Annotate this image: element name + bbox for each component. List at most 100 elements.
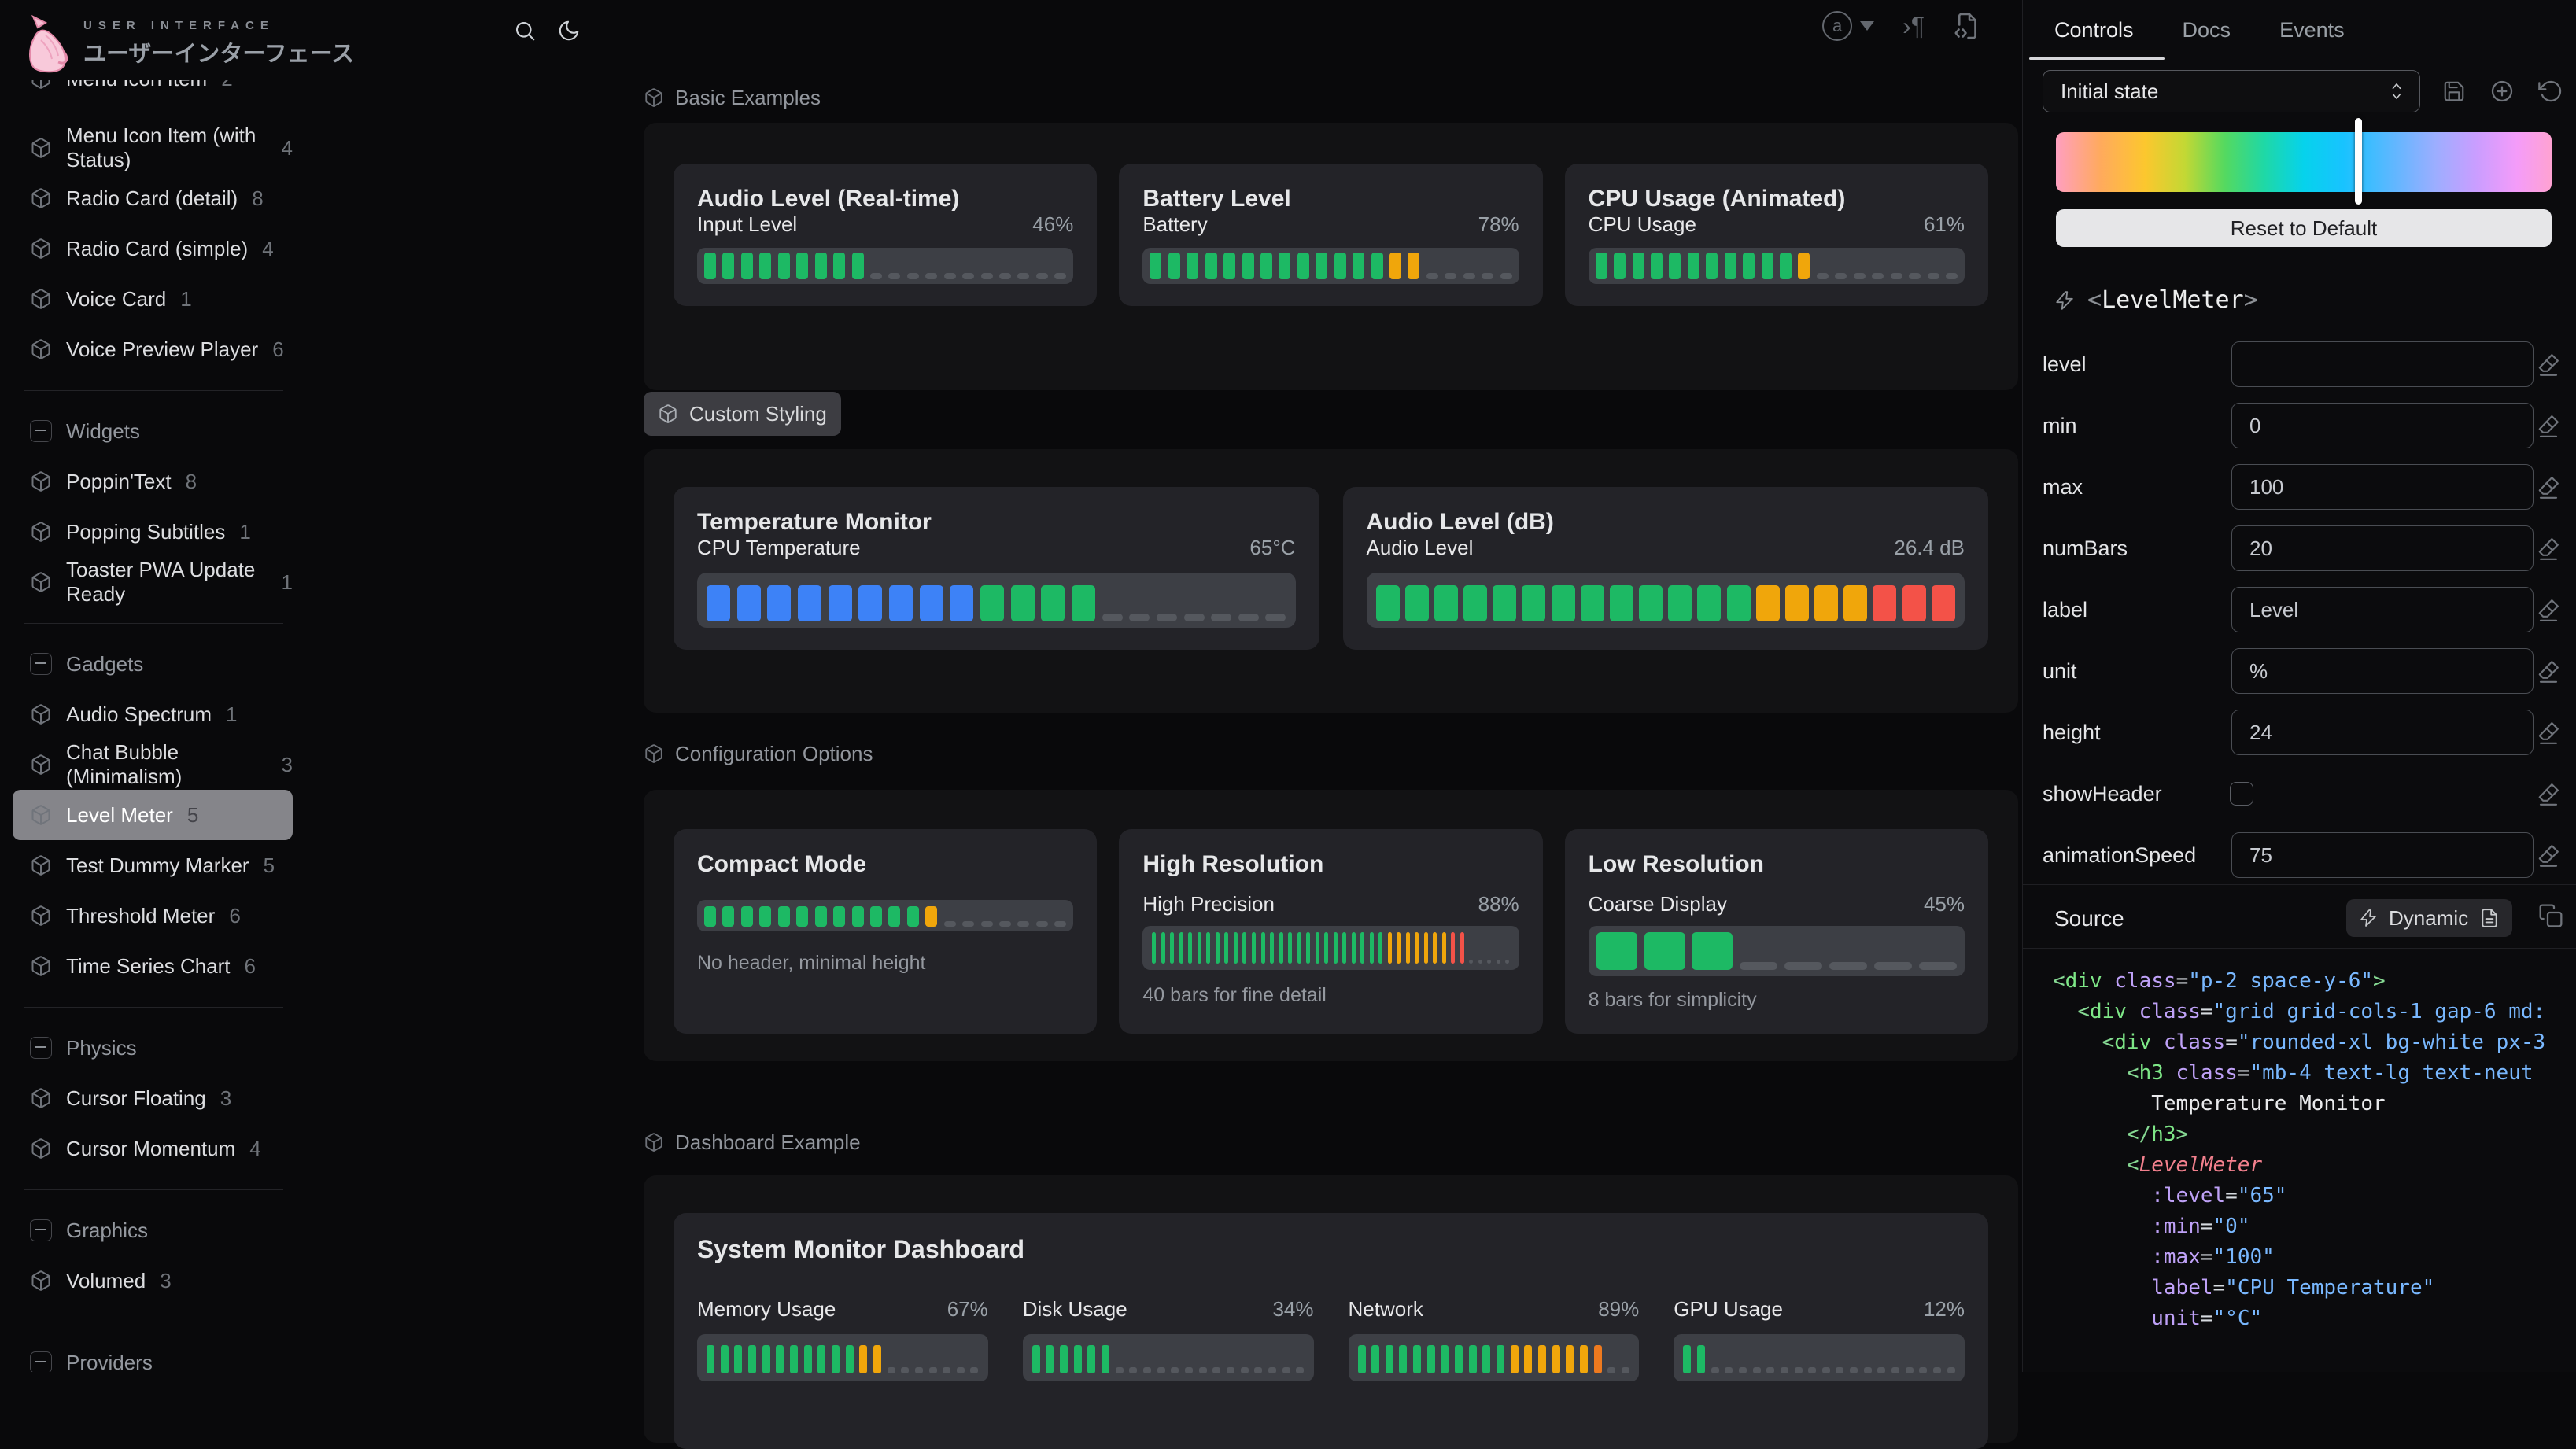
eraser-icon[interactable] [2537,782,2560,806]
sidebar-item-voice-preview-player[interactable]: Voice Preview Player6 [13,324,293,374]
sidebar-item-level-meter[interactable]: Level Meter5 [13,790,293,840]
gradient-handle[interactable] [2355,118,2362,205]
eraser-icon[interactable] [2537,843,2560,867]
add-state-icon[interactable] [2489,79,2515,104]
sidebar-item-time-series-chart[interactable]: Time Series Chart6 [13,941,293,991]
sidebar-item-label: Test Dummy Marker [66,854,249,878]
numBars-input[interactable] [2231,525,2534,571]
sidebar-item-voice-card[interactable]: Voice Card1 [13,274,293,324]
state-select[interactable]: Initial state [2043,70,2420,112]
meter-bar [1205,253,1217,279]
gradient-bar[interactable] [2056,132,2552,192]
sidebar-item-audio-spectrum[interactable]: Audio Spectrum1 [13,689,293,739]
tab-events[interactable]: Events [2279,18,2345,42]
sidebar-group-widgets[interactable]: Widgets [13,406,293,456]
meter-bar [1872,273,1884,279]
animationSpeed-input[interactable] [2231,832,2534,878]
meter-bar [776,1345,784,1373]
eraser-icon[interactable] [2537,598,2560,621]
sidebar-item-chat-bubble-minimalism[interactable]: Chat Bubble (Minimalism)3 [13,739,293,790]
copy-code-icon[interactable] [2538,903,2563,928]
cube-icon [30,288,52,310]
source-mode-button[interactable]: Dynamic [2346,899,2512,937]
color-gradient-slider[interactable] [2056,118,2552,205]
field-row-height: height [2023,702,2576,763]
min-input[interactable] [2231,403,2534,448]
text-size-menu[interactable]: a [1822,11,1874,41]
paragraph-direction-icon[interactable]: ›¶ [1902,13,1925,39]
meter-bar [1874,962,1912,970]
unit-input[interactable] [2231,648,2534,694]
showHeader-checkbox[interactable] [2230,782,2253,806]
meter-bar [1500,273,1512,279]
meter-bar [1594,1345,1602,1373]
edit-source-icon[interactable] [1953,12,1981,40]
eraser-icon[interactable] [2537,475,2560,499]
sidebar-divider [0,1306,307,1337]
level-input[interactable] [2231,341,2534,387]
sidebar-item-menu-icon-item-with-status[interactable]: Menu Icon Item (with Status)4 [13,123,293,173]
card-temperature: Temperature Monitor CPU Temperature 65°C [674,487,1319,650]
sidebar-group-physics[interactable]: Physics [13,1023,293,1073]
tab-controls[interactable]: Controls [2054,18,2134,42]
panel-basic: Audio Level (Real-time) Input Level 46% … [644,123,2018,390]
max-input[interactable] [2231,464,2534,510]
card-title: Temperature Monitor [697,509,1296,536]
sidebar-item-test-dummy-marker[interactable]: Test Dummy Marker 5 [13,840,293,890]
card-audio-db: Audio Level (dB) Audio Level 26.4 dB [1343,487,1989,650]
sidebar-item-cursor-floating[interactable]: Cursor Floating3 [13,1073,293,1123]
meter-bar [1216,932,1220,964]
section-title: Custom Styling [689,402,827,426]
sidebar-item-poppin-text[interactable]: Poppin'Text8 [13,456,293,507]
meter-bar [707,585,730,621]
section-header-dashboard[interactable]: Dashboard Example [644,1126,2018,1158]
meter-bar [741,906,753,927]
sidebar-item-cursor-momentum[interactable]: Cursor Momentum4 [13,1123,293,1174]
field-label: numBars [2043,536,2128,561]
eraser-icon[interactable] [2537,659,2560,683]
field-row-label: label [2023,579,2576,640]
meter-bar [1129,1367,1137,1373]
main-content: a ›¶ Basic Examples Audio Level (Real-ti… [307,0,2022,1372]
variant-count: 5 [264,854,275,878]
section-header-basic[interactable]: Basic Examples [644,82,2018,113]
meter-bar [1358,1345,1366,1373]
meter-bar [1455,1345,1463,1373]
card-high-resolution: High Resolution High Precision 88% 40 ba… [1119,829,1542,1034]
save-state-icon[interactable] [2442,79,2466,103]
eraser-icon[interactable] [2537,721,2560,744]
code-line: <div class="p-2 space-y-6"> [2053,966,2576,997]
sidebar-item-volumed[interactable]: Volumed3 [13,1255,293,1306]
reset-undo-icon[interactable] [2538,79,2563,104]
section-header-config[interactable]: Configuration Options [644,738,2018,769]
variant-count: 1 [239,520,250,544]
meter-bar [1152,932,1156,964]
sidebar-item-popping-subtitles[interactable]: Popping Subtitles1 [13,507,293,557]
meter-bar [721,1345,729,1373]
level-meter [697,573,1296,628]
sidebar-group-gadgets[interactable]: Gadgets [13,639,293,689]
level-meter [697,248,1073,284]
sidebar-item-toaster-pwa-update-ready[interactable]: Toaster PWA Update Ready1 [13,557,293,607]
sidebar-item-threshold-meter[interactable]: Threshold Meter6 [13,890,293,941]
meter-bar [1743,253,1755,279]
section-header-custom[interactable]: Custom Styling [644,392,841,436]
meter-bar [1482,1345,1490,1373]
sidebar-item-radio-card-detail[interactable]: Radio Card (detail)8 [13,173,293,223]
section-custom-styling: Custom Styling Temperature Monitor CPU T… [644,392,2018,713]
sidebar-item-radio-card-simple[interactable]: Radio Card (simple)4 [13,223,293,274]
reset-to-default-button[interactable]: Reset to Default [2056,209,2552,247]
meter-bar [1633,253,1644,279]
eraser-icon[interactable] [2537,414,2560,437]
meter-bar [704,253,716,279]
height-input[interactable] [2231,710,2534,755]
sidebar-group-graphics[interactable]: Graphics [13,1205,293,1255]
tab-docs[interactable]: Docs [2183,18,2231,42]
sidebar-item-menu-icon-item[interactable]: Menu Icon Item2 [13,80,293,104]
sidebar-group-providers[interactable]: Providers [13,1337,293,1372]
sidebar-item-label: Voice Preview Player [66,337,258,362]
eraser-icon[interactable] [2537,536,2560,560]
label-input[interactable] [2231,587,2534,632]
meter-bar [859,1345,867,1373]
eraser-icon[interactable] [2537,352,2560,376]
